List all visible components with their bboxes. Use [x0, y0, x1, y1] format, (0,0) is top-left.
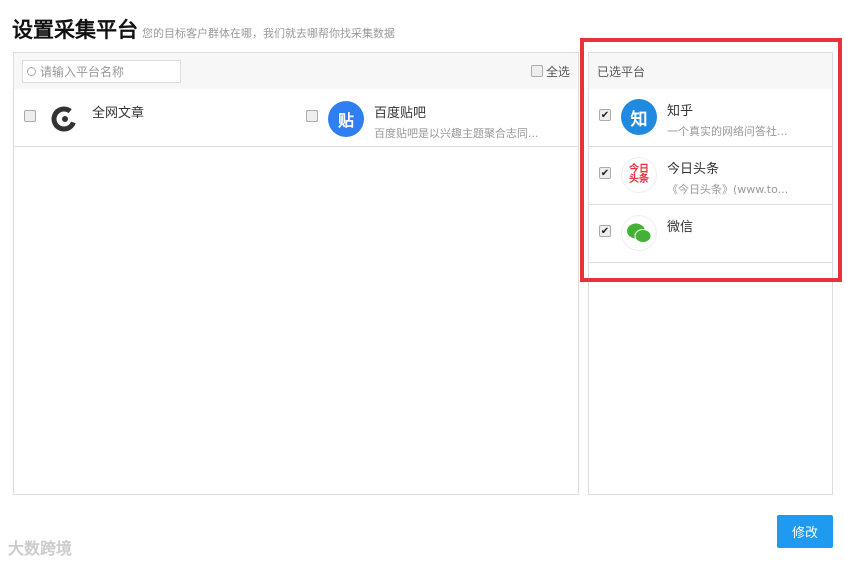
- page-header: 设置采集平台 您的目标客户群体在哪，我们就去哪帮你找采集数据: [12, 14, 395, 44]
- select-all-label: 全选: [545, 64, 570, 79]
- platform-item-all-articles[interactable]: 全网文章: [14, 101, 296, 137]
- zhihu-logo-icon: 知: [621, 99, 657, 135]
- checkbox[interactable]: [530, 65, 543, 77]
- search-icon: [27, 66, 36, 76]
- platform-search-input[interactable]: 请输入平台名称: [22, 59, 181, 83]
- platform-name: 百度贴吧: [374, 106, 427, 121]
- toutiao-logo-icon: 今日 头条: [621, 157, 657, 193]
- selected-item-toutiao[interactable]: ✔ 今日 头条 今日头条 《今日头条》(www.to...: [589, 147, 832, 205]
- page-title: 设置采集平台: [12, 18, 138, 42]
- selected-platforms-header: 已选平台: [589, 53, 832, 89]
- baidu-tieba-logo-icon: 贴: [328, 101, 364, 137]
- select-all-checkbox[interactable]: 全选: [530, 63, 570, 80]
- checkbox-checked[interactable]: ✔: [599, 225, 611, 237]
- page-subtitle: 您的目标客户群体在哪，我们就去哪帮你找采集数据: [142, 27, 395, 40]
- modify-button[interactable]: 修改: [777, 515, 833, 548]
- checkbox[interactable]: [306, 110, 318, 122]
- platform-row: 全网文章 贴 百度贴吧 百度贴吧是以兴趣主题聚合志同...: [14, 89, 578, 147]
- checkbox-checked[interactable]: ✔: [599, 109, 611, 121]
- checkbox-checked[interactable]: ✔: [599, 167, 611, 179]
- platform-desc: 一个真实的网络问答社...: [667, 125, 788, 138]
- platform-name: 知乎: [667, 104, 694, 119]
- selected-platforms-panel: 已选平台 ✔ 知 知乎 一个真实的网络问答社... ✔ 今日 头条 今日头条 《今…: [588, 52, 833, 495]
- platform-list-header: 请输入平台名称 全选: [14, 53, 578, 89]
- platform-name: 今日头条: [667, 162, 720, 177]
- platform-name: 微信: [667, 220, 694, 235]
- platform-desc: 百度贴吧是以兴趣主题聚合志同...: [374, 127, 539, 140]
- platform-item-baidu-tieba[interactable]: 贴 百度贴吧 百度贴吧是以兴趣主题聚合志同...: [296, 101, 578, 141]
- watermark: 大数跨境: [8, 539, 73, 558]
- platform-name: 全网文章: [92, 106, 145, 121]
- search-placeholder: 请输入平台名称: [40, 64, 125, 79]
- selected-item-wechat[interactable]: ✔ 微信: [589, 205, 832, 263]
- checkbox[interactable]: [24, 110, 36, 122]
- platform-desc: 《今日头条》(www.to...: [667, 183, 789, 196]
- selected-item-zhihu[interactable]: ✔ 知 知乎 一个真实的网络问答社...: [589, 89, 832, 147]
- platform-list-panel: 请输入平台名称 全选 全网文章 贴 百度贴吧 百度贴吧是以兴趣主题聚合志同...: [13, 52, 579, 495]
- wechat-logo-icon: [621, 215, 657, 251]
- all-articles-logo-icon: [46, 101, 82, 137]
